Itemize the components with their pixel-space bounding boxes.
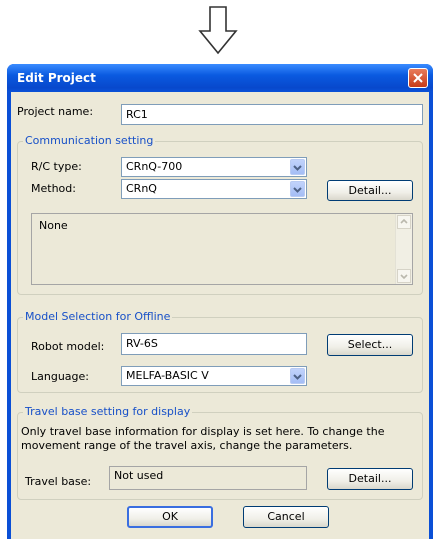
ok-button[interactable]: OK bbox=[127, 506, 213, 528]
chevron-down-icon bbox=[400, 274, 408, 280]
method-select[interactable]: CRnQ bbox=[121, 179, 307, 199]
language-label: Language: bbox=[31, 370, 89, 383]
project-name-label: Project name: bbox=[17, 105, 94, 118]
rc-type-value: CRnQ-700 bbox=[126, 160, 183, 173]
robot-model-input[interactable]: RV-6S bbox=[121, 333, 307, 355]
project-name-input[interactable]: RC1 bbox=[121, 104, 423, 125]
communication-info-text: None bbox=[39, 219, 68, 232]
language-select[interactable]: MELFA-BASIC V bbox=[121, 366, 307, 386]
communication-info-box: None bbox=[31, 213, 413, 285]
travel-detail-button[interactable]: Detail... bbox=[327, 468, 413, 490]
model-selection-title: Model Selection for Offline bbox=[23, 310, 173, 323]
edit-project-dialog: Edit Project Project name: RC1 Communica… bbox=[7, 64, 433, 539]
cancel-button[interactable]: Cancel bbox=[243, 506, 329, 528]
down-arrow-icon bbox=[198, 6, 238, 55]
scroll-down-button[interactable] bbox=[397, 269, 411, 283]
info-scrollbar[interactable] bbox=[395, 214, 412, 284]
rc-type-select[interactable]: CRnQ-700 bbox=[121, 157, 307, 177]
comm-detail-button[interactable]: Detail... bbox=[327, 180, 413, 201]
robot-model-label: Robot model: bbox=[31, 340, 105, 353]
chevron-down-icon bbox=[293, 187, 302, 193]
dialog-body: Project name: RC1 Communication setting … bbox=[11, 92, 429, 539]
project-name-value: RC1 bbox=[126, 108, 148, 121]
communication-setting-title: Communication setting bbox=[23, 134, 156, 147]
travel-description-line2: movement range of the travel axis, chang… bbox=[21, 439, 353, 452]
chevron-down-icon bbox=[293, 374, 302, 380]
dialog-title: Edit Project bbox=[17, 71, 96, 85]
close-icon bbox=[413, 73, 423, 83]
rc-type-label: R/C type: bbox=[31, 160, 82, 173]
select-model-button[interactable]: Select... bbox=[327, 334, 413, 356]
travel-description-line1: Only travel base information for display… bbox=[21, 425, 385, 438]
language-value: MELFA-BASIC V bbox=[126, 369, 209, 382]
method-dropdown-button[interactable] bbox=[290, 181, 305, 197]
close-button[interactable] bbox=[408, 68, 428, 88]
title-bar[interactable]: Edit Project bbox=[7, 64, 433, 92]
robot-model-value: RV-6S bbox=[126, 337, 158, 350]
travel-base-value: Not used bbox=[114, 469, 164, 482]
chevron-up-icon bbox=[400, 218, 408, 224]
travel-base-title: Travel base setting for display bbox=[23, 405, 193, 418]
method-label: Method: bbox=[31, 182, 76, 195]
travel-base-label: Travel base: bbox=[25, 475, 92, 488]
rc-type-dropdown-button[interactable] bbox=[290, 159, 305, 175]
language-dropdown-button[interactable] bbox=[290, 368, 305, 384]
chevron-down-icon bbox=[293, 165, 302, 171]
method-value: CRnQ bbox=[126, 182, 157, 195]
travel-base-field: Not used bbox=[109, 466, 307, 490]
scroll-up-button[interactable] bbox=[397, 215, 411, 229]
